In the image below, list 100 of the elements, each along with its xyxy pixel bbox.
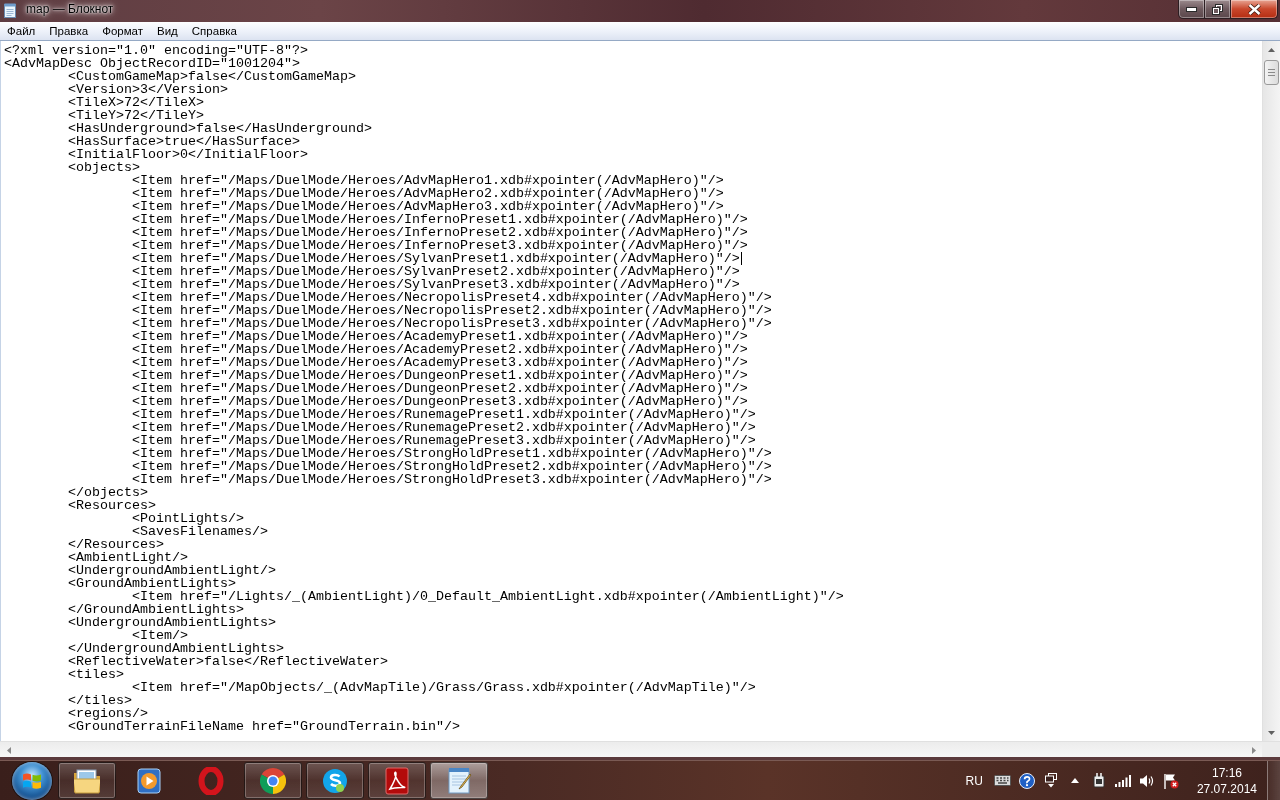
taskbar-button[interactable] bbox=[58, 762, 116, 799]
ring-icon bbox=[198, 766, 224, 795]
language-indicator[interactable]: RU bbox=[961, 771, 987, 790]
power-plug-icon bbox=[1091, 772, 1106, 789]
arrow-up-icon bbox=[1268, 47, 1275, 52]
code-line: <Item href="/Maps/DuelMode/Heroes/AcademyPreset2.xdb#xpointer(/AdvMapHero)"/> bbox=[131, 342, 748, 357]
menu-item[interactable]: Формат bbox=[95, 22, 150, 40]
code-line: <TileX>72</TileX> bbox=[68, 95, 204, 110]
code-line: <Item/> bbox=[131, 628, 188, 643]
code-line: <Item href="/Maps/DuelMode/Heroes/AdvMapHero1.xdb#xpointer(/AdvMapHero)"/> bbox=[131, 173, 724, 188]
minimize-icon bbox=[1186, 6, 1197, 12]
notepad-icon bbox=[4, 3, 16, 18]
code-line: <HasSurface>true</HasSurface> bbox=[68, 134, 300, 149]
menu-item[interactable]: Вид bbox=[150, 22, 185, 40]
close-button[interactable] bbox=[1231, 0, 1278, 19]
code-line: <Item href="/Maps/DuelMode/Heroes/StrongHoldPreset1.xdb#xpointer(/AdvMapHero)"/> bbox=[131, 446, 772, 461]
vertical-scrollbar[interactable] bbox=[1262, 41, 1280, 741]
code-line: <Item href="/Maps/DuelMode/Heroes/StrongHoldPreset3.xdb#xpointer(/AdvMapHero)"/> bbox=[131, 472, 772, 487]
play-tile-icon bbox=[136, 766, 162, 795]
code-line: <UndergroundAmbientLight/> bbox=[68, 563, 276, 578]
code-line: <ReflectiveWater>false</ReflectiveWater> bbox=[68, 654, 388, 669]
code-line: </UndergroundAmbientLights> bbox=[68, 641, 284, 656]
document-swirl-icon bbox=[384, 766, 410, 795]
window-title: map — Блокнот bbox=[25, 1, 115, 18]
show-desktop-button[interactable] bbox=[1267, 761, 1280, 800]
text-area[interactable] bbox=[0, 41, 1262, 741]
code-line: <tiles> bbox=[68, 667, 124, 682]
taskbar-button[interactable] bbox=[430, 762, 488, 799]
speaker-icon bbox=[1139, 773, 1154, 788]
start-button[interactable] bbox=[12, 761, 52, 800]
code-line: <CustomGameMap>false</CustomGameMap> bbox=[68, 69, 356, 84]
code-line: <Item href="/Maps/DuelMode/Heroes/AdvMapHero3.xdb#xpointer(/AdvMapHero)"/> bbox=[131, 199, 724, 214]
code-line: <Item href="/Maps/DuelMode/Heroes/SylvanPreset3.xdb#xpointer(/AdvMapHero)"/> bbox=[131, 277, 740, 292]
stacked-windows-icon bbox=[1044, 773, 1057, 788]
code-line: <Item href="/Maps/DuelMode/Heroes/InfernoPreset1.xdb#xpointer(/AdvMapHero)"/> bbox=[131, 212, 748, 227]
code-line: <Item href="/Maps/DuelMode/Heroes/DungeonPreset2.xdb#xpointer(/AdvMapHero)"/> bbox=[131, 381, 748, 396]
code-line: </Resources> bbox=[68, 537, 164, 552]
code-line: <Item href="/Maps/DuelMode/Heroes/NecropolisPreset3.xdb#xpointer(/AdvMapHero)"/> bbox=[131, 316, 772, 331]
horizontal-scrollbar[interactable] bbox=[0, 741, 1262, 757]
speech-bubble-icon bbox=[322, 766, 348, 795]
code-line: <AdvMapDesc ObjectRecordID="1001204"> bbox=[4, 56, 300, 71]
code-line: <Item href="/Maps/DuelMode/Heroes/SylvanPreset2.xdb#xpointer(/AdvMapHero)"/> bbox=[131, 264, 740, 279]
close-icon bbox=[1247, 3, 1261, 15]
code-line: <Resources> bbox=[68, 498, 156, 513]
code-line: <Item href="/Maps/DuelMode/Heroes/RunemagePreset2.xdb#xpointer(/AdvMapHero)"/> bbox=[131, 420, 756, 435]
signal-bars-icon bbox=[1114, 774, 1131, 787]
arrow-left-icon bbox=[6, 746, 11, 754]
flag-cross-icon bbox=[1162, 772, 1179, 789]
code-line: <Version>3</Version> bbox=[68, 82, 228, 97]
taskbar-button[interactable] bbox=[368, 762, 426, 799]
code-line: <Item href="/Lights/_(AmbientLight)/0_Default_AmbientLight.xdb#xpointer(/AmbientLight)"/> bbox=[131, 589, 844, 604]
code-line: <objects> bbox=[68, 160, 140, 175]
code-line: <Item href="/Maps/DuelMode/Heroes/AcademyPreset1.xdb#xpointer(/AdvMapHero)"/> bbox=[131, 329, 748, 344]
code-line: </GroundAmbientLights> bbox=[68, 602, 244, 617]
restore-icon bbox=[1212, 3, 1223, 15]
size-grip[interactable] bbox=[1262, 741, 1280, 757]
color-wheel-icon bbox=[260, 766, 286, 795]
arrow-right-icon bbox=[1251, 746, 1256, 754]
code-line: <Item href="/Maps/DuelMode/Heroes/DungeonPreset1.xdb#xpointer(/AdvMapHero)"/> bbox=[131, 368, 748, 383]
menu-item[interactable]: Справка bbox=[184, 22, 244, 40]
menu-item[interactable]: Файл bbox=[0, 22, 43, 40]
minimize-button[interactable] bbox=[1178, 0, 1205, 19]
notepad-icon bbox=[446, 766, 472, 795]
code-line: <GroundTerrainFileName href="GroundTerrain.bin"/> bbox=[68, 719, 460, 734]
code-line: <?xml version="1.0" encoding="UTF-8"?> bbox=[4, 43, 308, 58]
four-pane-flag-icon bbox=[22, 771, 42, 790]
code-line: <AmbientLight/> bbox=[68, 550, 188, 565]
restore-button[interactable] bbox=[1205, 0, 1231, 19]
arrow-down-icon bbox=[1268, 730, 1275, 735]
code-line: <Item href="/Maps/DuelMode/Heroes/SylvanPreset1.xdb#xpointer(/AdvMapHero)"/> bbox=[131, 251, 740, 266]
code-line: <Item href="/MapObjects/_(AdvMapTile)/Grass/Grass.xdb#xpointer(/AdvMapTile)"/> bbox=[131, 680, 756, 695]
keyboard-icon bbox=[994, 775, 1012, 786]
code-line: <Item href="/Maps/DuelMode/Heroes/DungeonPreset3.xdb#xpointer(/AdvMapHero)"/> bbox=[131, 394, 748, 409]
help-icon bbox=[1018, 772, 1035, 789]
code-line: <GroundAmbientLights> bbox=[68, 576, 236, 591]
code-line: <Item href="/Maps/DuelMode/Heroes/AdvMapHero2.xdb#xpointer(/AdvMapHero)"/> bbox=[131, 186, 724, 201]
code-line: <UndergroundAmbientLights> bbox=[68, 615, 276, 630]
clock-date: 27.07.2014 bbox=[1196, 780, 1257, 797]
code-line: <Item href="/Maps/DuelMode/Heroes/NecropolisPreset4.xdb#xpointer(/AdvMapHero)"/> bbox=[131, 290, 772, 305]
taskbar-button[interactable] bbox=[244, 762, 302, 799]
taskbar-button[interactable] bbox=[306, 762, 364, 799]
menu-item[interactable]: Правка bbox=[42, 22, 96, 40]
scrollbar-thumb[interactable] bbox=[1264, 60, 1279, 85]
code-line: <TileY>72</TileY> bbox=[68, 108, 204, 123]
clock-time: 17:16 bbox=[1211, 764, 1242, 781]
code-line: <Item href="/Maps/DuelMode/Heroes/StrongHoldPreset2.xdb#xpointer(/AdvMapHero)"/> bbox=[131, 459, 772, 474]
code-line: <Item href="/Maps/DuelMode/Heroes/InfernoPreset2.xdb#xpointer(/AdvMapHero)"/> bbox=[131, 225, 748, 240]
code-line: <Item href="/Maps/DuelMode/Heroes/NecropolisPreset2.xdb#xpointer(/AdvMapHero)"/> bbox=[131, 303, 772, 318]
code-line: <Item href="/Maps/DuelMode/Heroes/RunemagePreset3.xdb#xpointer(/AdvMapHero)"/> bbox=[131, 433, 756, 448]
code-line: <InitialFloor>0</InitialFloor> bbox=[68, 147, 308, 162]
code-line: <regions/> bbox=[68, 706, 148, 721]
code-line: <HasUnderground>false</HasUnderground> bbox=[68, 121, 372, 136]
folder-icon bbox=[74, 766, 100, 795]
code-line: </objects> bbox=[68, 485, 148, 500]
arrow-up-icon bbox=[1070, 778, 1079, 783]
code-line: <SavesFilenames/> bbox=[131, 524, 268, 539]
code-line: <PointLights/> bbox=[131, 511, 244, 526]
code-line: </tiles> bbox=[68, 693, 132, 708]
code-line: <Item href="/Maps/DuelMode/Heroes/AcademyPreset3.xdb#xpointer(/AdvMapHero)"/> bbox=[131, 355, 748, 370]
code-line: <Item href="/Maps/DuelMode/Heroes/InfernoPreset3.xdb#xpointer(/AdvMapHero)"/> bbox=[131, 238, 748, 253]
